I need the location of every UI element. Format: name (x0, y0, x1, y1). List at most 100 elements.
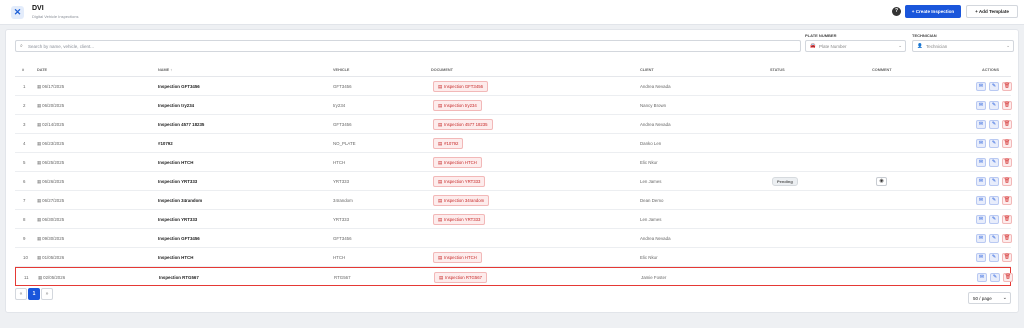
table-row[interactable]: 4 ▦06/23/2025 #10792 NO_PLATE ▤ #10792 Danko L… (15, 134, 1012, 153)
edit-button[interactable]: ✎ (990, 273, 1000, 282)
delete-button[interactable]: 🗑 (1003, 273, 1013, 282)
delete-button[interactable]: 🗑 (1002, 234, 1012, 243)
email-button[interactable]: ✉ (976, 82, 986, 91)
next-page-button[interactable]: » (41, 288, 53, 300)
table-row[interactable]: 2 ▦06/20/2025 Inspection try234 try234 ▤ Insp… (15, 96, 1012, 115)
pencil-icon: ✎ (991, 235, 997, 241)
document-link[interactable]: ▤ Inspection YRT333 (433, 176, 486, 187)
page-size-select[interactable]: 50 / page ⌄ (968, 292, 1011, 304)
email-button[interactable]: ✉ (976, 196, 986, 205)
table-row[interactable]: 3 ▦02/14/2025 Inspection 4577 18235 GFT3456… (15, 115, 1012, 134)
row-client: Elic Nkur (640, 160, 658, 165)
eye-icon[interactable]: ◉ (876, 177, 887, 186)
edit-button[interactable]: ✎ (989, 177, 999, 186)
search-input[interactable]: ⌕ Search by name, vehicle, client... (15, 40, 801, 52)
email-button[interactable]: ✉ (976, 234, 986, 243)
row-name[interactable]: Inspection GFT3456 (158, 236, 200, 241)
edit-button[interactable]: ✎ (989, 101, 999, 110)
table-row[interactable]: 7 ▦06/27/2025 Inspection 34random 34random ▤… (15, 191, 1012, 210)
document-label: Inspection 34random (444, 198, 485, 203)
col-client[interactable]: CLIENT (640, 68, 654, 72)
col-name[interactable]: NAME ↑ (158, 68, 172, 72)
document-link[interactable]: ▤ Inspection RTG567 (434, 272, 488, 283)
row-name[interactable]: Inspection 4577 18235 (158, 122, 204, 127)
col-status[interactable]: STATUS (770, 68, 785, 72)
prev-page-button[interactable]: « (15, 288, 27, 300)
delete-button[interactable]: 🗑 (1002, 177, 1012, 186)
row-name[interactable]: Inspection YRT333 (158, 217, 197, 222)
edit-button[interactable]: ✎ (989, 234, 999, 243)
trash-icon: 🗑 (1003, 83, 1011, 89)
table-row[interactable]: 5 ▦06/25/2025 Inspection HTCH HTCH ▤ Inspecti… (15, 153, 1012, 172)
pdf-file-icon: ▤ (439, 275, 444, 280)
table-row[interactable]: 9 ▦09/30/2025 Inspection GFT3456 GFT3456 And… (15, 229, 1012, 248)
row-name[interactable]: #10792 (158, 141, 173, 146)
table-row[interactable]: 6 ▦06/26/2025 Inspection YRT333 YRT333 ▤ Insp… (15, 172, 1012, 191)
document-link[interactable]: ▤ Inspection 4577 18235 (433, 119, 493, 130)
page-1-button[interactable]: 1 (28, 288, 40, 300)
table-row[interactable]: 8 ▦06/30/2025 Inspection YRT333 YRT333 ▤ Insp… (15, 210, 1012, 229)
col-date[interactable]: DATE (37, 68, 47, 72)
document-link[interactable]: ▤ Inspection 34random (433, 195, 490, 206)
delete-button[interactable]: 🗑 (1002, 101, 1012, 110)
plate-number-select[interactable]: 🚘 Plate Number ⌄ (805, 40, 906, 52)
document-link[interactable]: ▤ Inspection HTCH (433, 252, 482, 263)
edit-button[interactable]: ✎ (989, 120, 999, 129)
edit-button[interactable]: ✎ (989, 196, 999, 205)
table-row[interactable]: 10 ▦01/05/2026 Inspection HTCH HTCH ▤ Inspect… (15, 248, 1012, 267)
delete-button[interactable]: 🗑 (1002, 82, 1012, 91)
edit-button[interactable]: ✎ (989, 82, 999, 91)
delete-button[interactable]: 🗑 (1002, 120, 1012, 129)
document-link[interactable]: ▤ Inspection HTCH (433, 157, 482, 168)
pdf-file-icon: ▤ (438, 103, 443, 108)
edit-button[interactable]: ✎ (989, 139, 999, 148)
pdf-file-icon: ▤ (438, 160, 443, 165)
edit-button[interactable]: ✎ (989, 158, 999, 167)
document-link[interactable]: ▤ Inspection GFT3456 (433, 81, 488, 92)
create-inspection-button[interactable]: + Create Inspection (905, 5, 961, 18)
document-link[interactable]: ▤ Inspection try234 (433, 100, 482, 111)
plate-number-label: PLATE NUMBER (805, 33, 837, 38)
row-name[interactable]: Inspection 34random (158, 198, 202, 203)
row-name[interactable]: Inspection HTCH (158, 160, 193, 165)
envelope-icon: ✉ (978, 235, 984, 241)
envelope-icon: ✉ (978, 254, 984, 260)
wrench-cross-icon[interactable]: ✕ (11, 6, 24, 19)
pdf-file-icon: ▤ (438, 179, 443, 184)
chevron-down-icon: ⌄ (898, 43, 902, 48)
table-row[interactable]: 11 ▦02/05/2026 Inspection RTG567 RTG567 ▤ Ins… (15, 267, 1013, 286)
row-name[interactable]: Inspection try234 (158, 103, 194, 108)
email-button[interactable]: ✉ (976, 101, 986, 110)
email-button[interactable]: ✉ (976, 158, 986, 167)
document-link[interactable]: ▤ #10792 (433, 138, 464, 149)
row-client: Len James (640, 217, 662, 222)
delete-button[interactable]: 🗑 (1002, 215, 1012, 224)
edit-button[interactable]: ✎ (989, 253, 999, 262)
add-template-button[interactable]: + Add Template (966, 5, 1018, 18)
row-name[interactable]: Inspection HTCH (158, 255, 193, 260)
col-vehicle[interactable]: VEHICLE (333, 68, 349, 72)
email-button[interactable]: ✉ (976, 139, 986, 148)
row-name[interactable]: Inspection GFT3456 (158, 84, 200, 89)
help-icon[interactable]: ? (892, 7, 901, 16)
envelope-icon: ✉ (978, 140, 984, 146)
email-button[interactable]: ✉ (976, 253, 986, 262)
email-button[interactable]: ✉ (976, 177, 986, 186)
row-name[interactable]: Inspection RTG567 (159, 275, 199, 280)
email-button[interactable]: ✉ (976, 215, 986, 224)
email-button[interactable]: ✉ (977, 273, 987, 282)
row-name[interactable]: Inspection YRT333 (158, 179, 197, 184)
email-button[interactable]: ✉ (976, 120, 986, 129)
delete-button[interactable]: 🗑 (1002, 196, 1012, 205)
document-link[interactable]: ▤ Inspection YRT333 (433, 214, 486, 225)
search-placeholder: Search by name, vehicle, client... (28, 44, 95, 49)
delete-button[interactable]: 🗑 (1002, 158, 1012, 167)
row-number: 1 (23, 84, 26, 89)
trash-icon: 🗑 (1003, 178, 1011, 184)
document-label: Inspection YRT333 (444, 217, 481, 222)
delete-button[interactable]: 🗑 (1002, 253, 1012, 262)
table-row[interactable]: 1 ▦06/17/2025 Inspection GFT3456 GFT3456 ▤ In… (15, 77, 1012, 96)
delete-button[interactable]: 🗑 (1002, 139, 1012, 148)
technician-select[interactable]: 👤 Technician ⌄ (912, 40, 1014, 52)
edit-button[interactable]: ✎ (989, 215, 999, 224)
